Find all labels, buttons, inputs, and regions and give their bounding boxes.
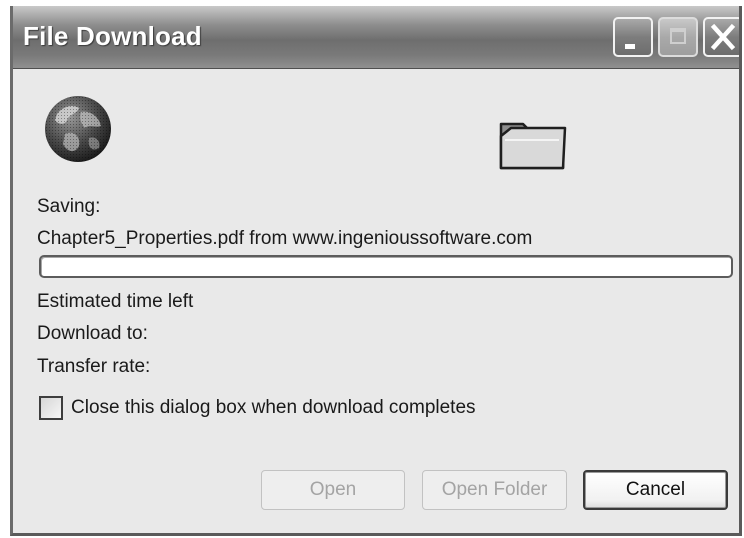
download-to-label: Download to:: [37, 323, 148, 344]
saving-label: Saving:: [37, 196, 101, 217]
download-progress-bar: [39, 255, 733, 278]
open-button[interactable]: Open: [261, 470, 405, 510]
minimize-button[interactable]: [613, 17, 653, 57]
globe-icon: [45, 96, 111, 162]
close-icon: [710, 23, 736, 51]
close-button[interactable]: [703, 17, 739, 57]
open-folder-button[interactable]: Open Folder: [422, 470, 567, 510]
download-source-text: Chapter5_Properties.pdf from www.ingenio…: [37, 228, 533, 249]
title-bar[interactable]: File Download: [13, 6, 739, 69]
folder-icon: [499, 122, 567, 170]
close-on-complete-label[interactable]: Close this dialog box when download comp…: [71, 397, 476, 419]
transfer-rate-label: Transfer rate:: [37, 356, 151, 377]
cancel-button[interactable]: Cancel: [583, 470, 728, 510]
window-title: File Download: [23, 21, 202, 51]
maximize-button: [658, 17, 698, 57]
estimated-time-label: Estimated time left: [37, 291, 194, 312]
file-download-dialog: File Download Saving: Chapter5_Propertie…: [10, 6, 742, 536]
close-on-complete-checkbox[interactable]: [39, 396, 63, 420]
